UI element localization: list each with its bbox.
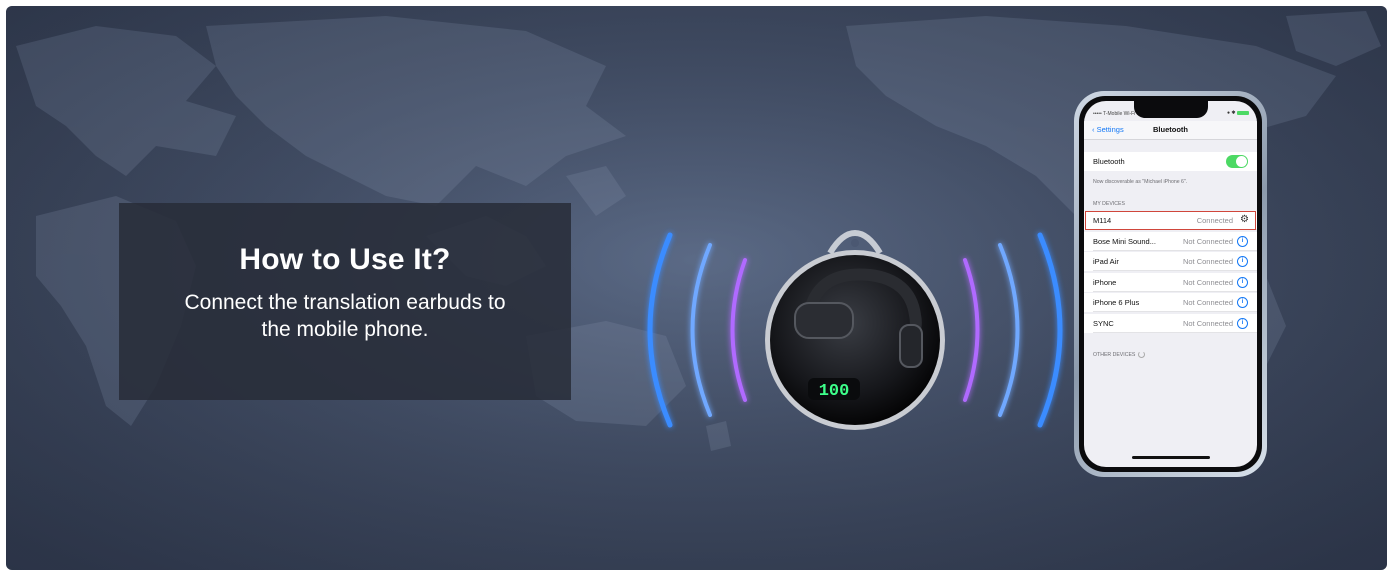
info-icon[interactable]: i (1237, 256, 1248, 267)
nav-title: Bluetooth (1153, 125, 1188, 134)
device-name: iPhone 6 Plus (1093, 298, 1140, 307)
device-name: iPad Air (1093, 257, 1119, 266)
wave-left-middle (690, 243, 712, 417)
info-icon[interactable]: i (1237, 317, 1248, 329)
info-icon[interactable]: i (1237, 276, 1248, 288)
wave-left-outer (647, 232, 673, 428)
wave-right-middle (998, 243, 1020, 417)
info-text: Connect the translation earbuds to the m… (184, 291, 506, 341)
phone-notch (1134, 101, 1208, 118)
wave-right-outer (1037, 232, 1063, 428)
phone-screen: ••••• T-Mobile Wi-Fi ● ✱ ‹ Settings Blue… (1084, 101, 1257, 467)
device-status: Not Connected (1182, 236, 1233, 246)
status-icons: ● ✱ (1227, 110, 1249, 116)
info-icon[interactable]: i (1237, 297, 1248, 308)
device-status: Not Connected (1182, 277, 1233, 287)
nav-bar: ‹ Settings Bluetooth (1084, 121, 1257, 140)
wave-right-inner (963, 258, 980, 402)
bluetooth-toggle[interactable] (1226, 155, 1248, 168)
info-box: How to Use It? Connect the translation e… (119, 203, 571, 400)
device-status: Not Connected (1182, 318, 1233, 328)
device-status: Not Connected (1182, 257, 1233, 266)
bluetooth-row: Bluetooth (1084, 152, 1257, 171)
info-title: How to Use It? (239, 243, 451, 276)
earbud-case-illustration: 100 (647, 229, 1063, 430)
device-row[interactable]: iPhone 6 Plus Not Connected i (1084, 293, 1257, 312)
home-indicator[interactable] (1132, 456, 1210, 459)
info-icon[interactable]: i (1237, 235, 1248, 247)
device-row[interactable]: iPad Air Not Connected i (1084, 252, 1257, 271)
device-row[interactable]: iPhone Not Connected i (1084, 272, 1257, 292)
status-carrier: ••••• T-Mobile Wi-Fi (1093, 111, 1136, 117)
device-name: SYNC (1093, 318, 1114, 328)
case-battery-display: 100 (819, 382, 850, 401)
wave-left-inner (730, 258, 747, 402)
device-name: Bose Mini Sound... (1093, 236, 1156, 246)
discoverable-note: Now discoverable as "Michael iPhone 6". (1093, 179, 1188, 185)
other-devices-header: OTHER DEVICES (1093, 351, 1146, 358)
connected-device-highlight (1085, 211, 1256, 230)
battery-icon (1237, 110, 1249, 115)
my-devices-header: MY DEVICES (1093, 201, 1125, 207)
device-status: Not Connected (1182, 298, 1233, 307)
bluetooth-label: Bluetooth (1093, 157, 1125, 166)
device-row[interactable]: Bose Mini Sound... Not Connected i (1084, 231, 1257, 251)
device-name: iPhone (1093, 277, 1117, 287)
device-row[interactable]: SYNC Not Connected i (1084, 313, 1257, 333)
smartphone: ••••• T-Mobile Wi-Fi ● ✱ ‹ Settings Blue… (1074, 91, 1267, 477)
loading-spinner-icon (1138, 351, 1146, 358)
